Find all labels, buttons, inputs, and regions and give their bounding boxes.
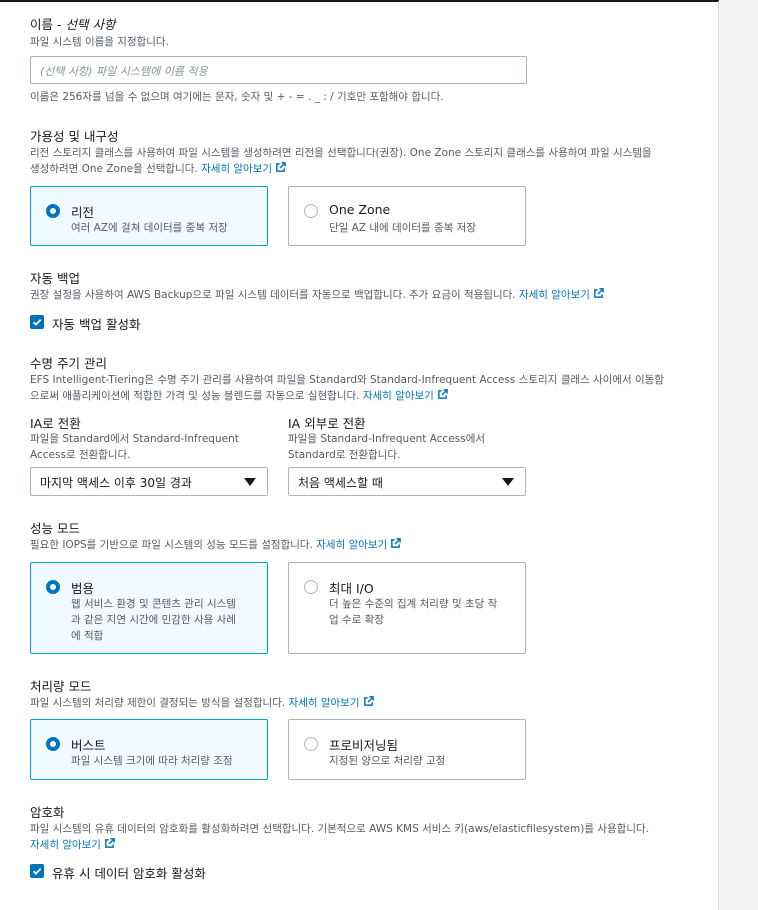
right-rail [719,0,758,910]
external-link-icon [594,288,604,298]
option-title: 리전 [71,205,95,220]
radio-selected[interactable] [46,737,60,751]
external-link-icon [363,696,374,706]
option-subtitle: 더 높은 수준의 집계 처리량 및 초당 작업 수로 확장 [329,598,498,626]
throughput-learn-more-link[interactable]: 자세히 알아보기 [289,697,360,709]
out-of-ia-label: IA 외부로 전환 [288,416,366,431]
availability-option-regional[interactable]: 리전 여러 AZ에 걸쳐 데이터를 중복 저장 [30,186,268,246]
backup-checkbox[interactable] [30,315,44,329]
radio-unselected[interactable] [304,204,318,218]
performance-heading: 성능 모드 [30,521,80,536]
to-ia-select[interactable]: 마지막 액세스 이후 30일 경과 [30,467,268,496]
to-ia-description: 파일을 Standard에서 Standard-Infrequent Acces… [30,433,239,461]
option-title: 프로비저닝됨 [329,738,399,753]
caret-down-icon [244,478,256,486]
encryption-learn-more-link[interactable]: 자세히 알아보기 [30,839,101,851]
backup-checkbox-label[interactable]: 자동 백업 활성화 [52,314,140,333]
throughput-description: 파일 시스템의 처리량 제한이 결정되는 방식을 설정합니다. 자세히 알아보기 [30,695,374,711]
encryption-heading: 암호화 [30,805,65,820]
radio-selected[interactable] [46,204,60,218]
name-heading: 이름 - 선택 사항 [30,17,116,32]
to-ia-select-value: 마지막 액세스 이후 30일 경과 [40,476,192,490]
radio-unselected[interactable] [304,737,318,751]
caret-down-icon [502,478,514,486]
availability-heading: 가용성 및 내구성 [30,129,119,144]
encryption-description: 파일 시스템의 유휴 데이터의 암호화를 활성화하려면 선택합니다. 기본적으로… [30,823,649,851]
backup-heading: 자동 백업 [30,271,80,286]
option-subtitle: 웹 서비스 환경 및 콘텐츠 관리 시스템 과 같은 지연 시간에 민감한 사용 … [71,598,236,642]
option-subtitle: 지정된 양으로 처리량 고정 [329,755,446,767]
option-subtitle: 파일 시스템 크기에 따라 처리량 조정 [71,755,233,767]
throughput-heading: 처리량 모드 [30,679,92,694]
encryption-checkbox[interactable] [30,864,44,878]
lifecycle-description: EFS Intelligent-Tiering은 수명 주기 관리를 사용하여 … [30,374,664,402]
backup-description: 권장 설정을 사용하여 AWS Backup으로 파일 시스템 데이터를 자동으… [30,287,604,303]
backup-learn-more-link[interactable]: 자세히 알아보기 [519,289,590,301]
lifecycle-heading: 수명 주기 관리 [30,356,107,371]
name-input[interactable]: (선택 사항) 파일 시스템에 이름 적용 [30,56,527,84]
option-title: One Zone [329,202,391,217]
external-link-icon [276,162,286,172]
performance-description: 필요한 IOPS를 기반으로 파일 시스템의 성능 모드를 설정합니다. 자세히… [30,537,402,553]
external-link-icon [105,838,115,848]
radio-selected[interactable] [46,580,60,594]
throughput-option-provisioned[interactable]: 프로비저닝됨 지정된 양으로 처리량 고정 [288,719,526,780]
out-of-ia-select-value: 처음 액세스할 때 [298,476,383,490]
to-ia-label: IA로 전환 [30,416,81,431]
performance-learn-more-link[interactable]: 자세히 알아보기 [316,539,387,551]
option-subtitle: 여러 AZ에 걸쳐 데이터를 중복 저장 [71,222,228,234]
performance-option-max-io[interactable]: 최대 I/O 더 높은 수준의 집계 처리량 및 초당 작업 수로 확장 [288,562,526,654]
out-of-ia-description: 파일을 Standard-Infrequent Access에서 Standar… [288,433,486,461]
out-of-ia-select[interactable]: 처음 액세스할 때 [288,467,526,496]
name-description: 파일 시스템 이름을 지정합니다. [30,36,169,48]
external-link-icon [437,389,448,399]
option-title: 범용 [71,581,95,596]
radio-unselected[interactable] [304,580,318,594]
availability-option-one-zone[interactable]: One Zone 단일 AZ 내에 데이터를 중복 저장 [288,186,526,246]
throughput-option-bursting[interactable]: 버스트 파일 시스템 크기에 따라 처리량 조정 [30,719,268,780]
performance-option-general-purpose[interactable]: 범용 웹 서비스 환경 및 콘텐츠 관리 시스템 과 같은 지연 시간에 민감한 … [30,562,268,654]
option-title: 버스트 [71,738,106,753]
option-title: 최대 I/O [329,581,374,596]
lifecycle-learn-more-link[interactable]: 자세히 알아보기 [363,390,434,402]
availability-learn-more-link[interactable]: 자세히 알아보기 [201,163,272,175]
external-link-icon [391,538,402,548]
encryption-checkbox-label[interactable]: 유휴 시 데이터 암호화 활성화 [52,863,206,882]
name-constraint: 이름은 256자를 넘을 수 없으며 여기에는 문자, 숫자 및 + - = .… [30,91,444,103]
availability-description: 리전 스토리지 클래스를 사용하여 파일 시스템을 생성하려면 리전을 선택합니… [30,147,652,175]
option-subtitle: 단일 AZ 내에 데이터를 중복 저장 [329,222,476,234]
